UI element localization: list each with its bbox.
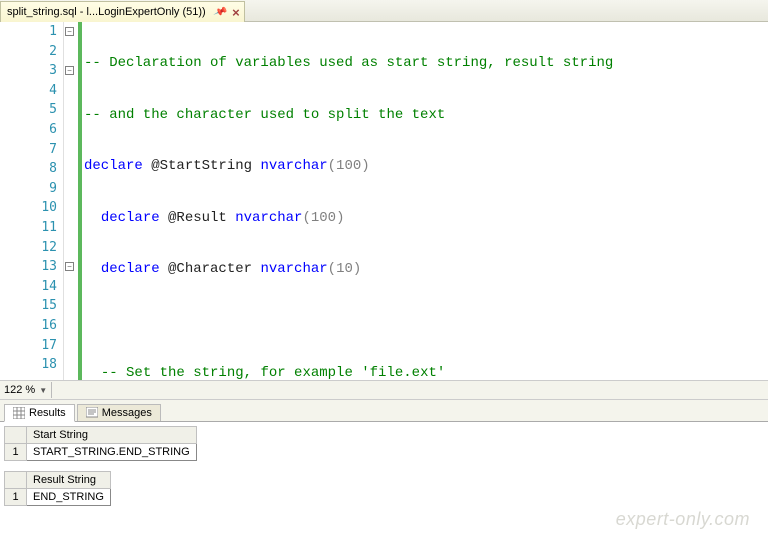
results-tab-bar: Results Messages: [0, 400, 768, 422]
line-number: 16: [0, 316, 61, 336]
code-token: (10): [328, 261, 362, 277]
code-token: (100): [302, 210, 344, 226]
code-token: declare: [84, 158, 143, 174]
results-panel: Start String 1 START_STRING.END_STRING R…: [0, 422, 768, 506]
watermark: expert-only.com: [616, 509, 750, 530]
column-header[interactable]: Result String: [27, 472, 111, 489]
line-number: 15: [0, 296, 61, 316]
fold-toggle-icon[interactable]: −: [65, 27, 74, 36]
tab-title: split_string.sql - l...LoginExpertOnly (…: [7, 6, 206, 18]
line-number-gutter: 1 2 3 4 5 6 7 8 9 10 11 12 13 14 15 16 1…: [0, 22, 64, 380]
line-number: 2: [0, 42, 61, 62]
code-editor[interactable]: 1 2 3 4 5 6 7 8 9 10 11 12 13 14 15 16 1…: [0, 22, 768, 380]
line-number: 1: [0, 22, 61, 42]
line-number: 8: [0, 159, 61, 179]
corner-header: [5, 472, 27, 489]
pin-icon[interactable]: 📌: [212, 5, 227, 20]
results-grid-1[interactable]: Start String 1 START_STRING.END_STRING: [4, 426, 197, 461]
line-number: 13: [0, 257, 61, 277]
messages-tab-label: Messages: [102, 407, 152, 419]
editor-tab[interactable]: split_string.sql - l...LoginExpertOnly (…: [0, 1, 245, 22]
code-token: @Result: [160, 210, 236, 226]
close-icon[interactable]: ×: [232, 5, 240, 20]
column-header[interactable]: Start String: [27, 427, 197, 444]
code-token: nvarchar: [260, 261, 327, 277]
line-number: 12: [0, 238, 61, 258]
code-token: declare: [101, 261, 160, 277]
messages-tab[interactable]: Messages: [77, 404, 161, 421]
line-number: 11: [0, 218, 61, 238]
zoom-value: 122 %: [4, 384, 35, 396]
line-number: 6: [0, 120, 61, 140]
tab-bar: split_string.sql - l...LoginExpertOnly (…: [0, 0, 768, 22]
code-text[interactable]: -- Declaration of variables used as star…: [82, 22, 768, 380]
zoom-select[interactable]: 122 % ▼: [2, 381, 49, 399]
grid-icon: [13, 407, 25, 419]
grid-cell[interactable]: END_STRING: [27, 489, 111, 506]
corner-header: [5, 427, 27, 444]
code-token: -- Set the string, for example 'file.ext…: [101, 365, 445, 380]
code-token: (100): [328, 158, 370, 174]
line-number: 18: [0, 355, 61, 375]
line-number: 3: [0, 61, 61, 81]
code-token: -- and the character used to split the t…: [84, 107, 445, 123]
line-number: 7: [0, 140, 61, 160]
fold-strip: − − −: [64, 22, 78, 380]
row-header[interactable]: 1: [5, 489, 27, 506]
line-number: 10: [0, 198, 61, 218]
code-token: declare: [101, 210, 160, 226]
chevron-down-icon: ▼: [39, 386, 47, 395]
code-token: nvarchar: [235, 210, 302, 226]
results-tab-label: Results: [29, 407, 66, 419]
code-token: @Character: [160, 261, 261, 277]
grid-cell[interactable]: START_STRING.END_STRING: [27, 444, 197, 461]
separator: [51, 382, 52, 398]
line-number: 9: [0, 179, 61, 199]
zoom-bar: 122 % ▼: [0, 380, 768, 400]
line-number: 4: [0, 81, 61, 101]
row-header[interactable]: 1: [5, 444, 27, 461]
messages-icon: [86, 407, 98, 419]
results-grid-2[interactable]: Result String 1 END_STRING: [4, 471, 111, 506]
line-number: 14: [0, 277, 61, 297]
results-tab[interactable]: Results: [4, 404, 75, 422]
line-number: 17: [0, 336, 61, 356]
code-token: -- Declaration of variables used as star…: [84, 55, 613, 71]
line-number: 5: [0, 100, 61, 120]
code-token: @StartString: [143, 158, 261, 174]
code-token: nvarchar: [260, 158, 327, 174]
fold-toggle-icon[interactable]: −: [65, 66, 74, 75]
fold-toggle-icon[interactable]: −: [65, 262, 74, 271]
